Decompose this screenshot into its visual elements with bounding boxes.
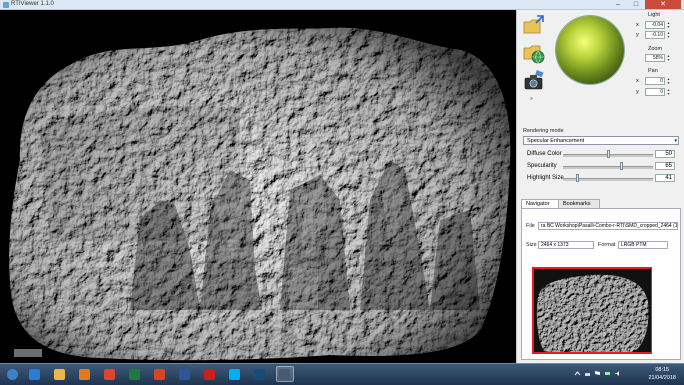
skype-taskbar-button[interactable] — [226, 366, 242, 382]
pan-y-spin-icon[interactable]: ▴ ▾ — [666, 88, 671, 96]
rtiviewer-icon — [279, 369, 290, 380]
pan-y-input[interactable]: 0 — [645, 88, 665, 96]
tray-arrow-icon[interactable] — [574, 370, 581, 377]
rtiviewer-taskbar-button[interactable] — [276, 366, 294, 382]
size-field[interactable]: 2464 x 1373 — [538, 241, 594, 249]
pan-x-input[interactable]: 0 — [645, 77, 665, 85]
ie-taskbar-button[interactable] — [26, 366, 42, 382]
light-label: Light — [648, 12, 660, 18]
rendering-mode-label: Rendering mode — [523, 128, 564, 134]
word-taskbar-button[interactable] — [176, 366, 192, 382]
expand-arrow[interactable]: » — [530, 96, 533, 102]
format-label: Format — [598, 242, 616, 248]
maximize-button[interactable]: □ — [627, 0, 645, 9]
folder-globe-icon — [523, 45, 545, 64]
clock[interactable]: 08:15 21/04/2018 — [648, 366, 676, 382]
control-panel: » Light x -0.04 ▴ ▾ y -0.10 ▴ ▾ Zoom 58% ▴… — [516, 10, 684, 363]
clock-date: 21/04/2018 — [648, 375, 676, 381]
media-player-icon — [79, 369, 90, 380]
snapshot-button[interactable] — [522, 70, 546, 92]
light-x-spin-icon[interactable]: ▴ ▾ — [666, 21, 671, 29]
light-y-spin-icon[interactable]: ▴ ▾ — [666, 31, 671, 39]
pan-x-spin-icon[interactable]: ▴ ▾ — [666, 77, 671, 85]
pan-x-label: x — [636, 78, 639, 84]
explorer-taskbar-button[interactable] — [51, 366, 67, 382]
pan-label: Pan — [648, 68, 658, 74]
photoshop-icon — [254, 369, 265, 380]
light-y-input[interactable]: -0.10 — [645, 31, 665, 39]
clock-time: 08:15 — [655, 367, 670, 373]
format-field[interactable]: LRGB PTM — [618, 241, 668, 249]
light-y-label: y — [636, 32, 639, 38]
specularity-value[interactable]: 65 — [655, 162, 675, 170]
close-button[interactable]: ✕ — [645, 0, 681, 9]
viewport-indicator[interactable] — [532, 267, 652, 354]
diffuse-color-label: Diffuse Color — [527, 151, 562, 157]
diffuse-color-value[interactable]: 50 — [655, 150, 675, 158]
windows-orb-icon — [7, 369, 18, 380]
folder-arrow-icon — [523, 15, 544, 34]
specularity-slider[interactable] — [619, 162, 623, 170]
window-title: RTIViewer 1.1.0 — [11, 1, 54, 7]
battery-icon[interactable] — [604, 370, 611, 377]
word-icon — [179, 369, 190, 380]
acrobat-taskbar-button[interactable] — [201, 366, 217, 382]
highlight-size-param: Highlight Size 41 — [523, 174, 683, 184]
navigator-panel: File ra BC Workshop\Pasalli-Combo-r-RTI\… — [521, 208, 681, 360]
chrome-icon — [104, 369, 115, 380]
chrome-taskbar-button[interactable] — [101, 366, 117, 382]
skype-icon — [229, 369, 240, 380]
taskbar: 08:15 21/04/2018 — [0, 363, 684, 385]
light-x-input[interactable]: -0.04 — [645, 21, 665, 29]
specularity-param: Specularity 65 — [523, 162, 683, 172]
specularity-track[interactable] — [563, 166, 653, 169]
camera-icon — [524, 70, 544, 90]
network-icon[interactable] — [584, 370, 591, 377]
rendering-mode-select[interactable]: Specular Enhancement ▾ — [523, 136, 679, 145]
rendering-mode-value: Specular Enhancement — [527, 138, 585, 144]
minimize-button[interactable]: – — [609, 0, 627, 9]
media-player-taskbar-button[interactable] — [76, 366, 92, 382]
acrobat-icon — [204, 369, 215, 380]
volume-icon[interactable] — [614, 370, 621, 377]
powerpoint-icon — [154, 369, 165, 380]
light-x-label: x — [636, 22, 639, 28]
diffuse-color-param: Diffuse Color 50 — [523, 150, 683, 160]
size-label: Size — [526, 242, 537, 248]
excel-icon — [129, 369, 140, 380]
start-button[interactable] — [4, 366, 20, 382]
highlight-size-slider[interactable] — [576, 174, 580, 182]
zoom-input[interactable]: 58% — [645, 54, 665, 62]
powerpoint-taskbar-button[interactable] — [151, 366, 167, 382]
highlight-size-value[interactable]: 41 — [655, 174, 675, 182]
file-path-field[interactable]: ra BC Workshop\Pasalli-Combo-r-RTI\SMD_c… — [538, 222, 678, 230]
file-label: File — [526, 223, 535, 229]
title-bar: RTIViewer 1.1.0 – □ ✕ — [0, 0, 684, 10]
app-icon — [3, 2, 9, 8]
photoshop-taskbar-button[interactable] — [251, 366, 267, 382]
open-remote-button[interactable] — [522, 42, 546, 64]
navigator-thumbnail[interactable] — [532, 267, 652, 354]
flag-icon[interactable] — [594, 370, 601, 377]
highlight-size-label: Highlight Size — [527, 175, 564, 181]
chevron-down-icon: ▾ — [674, 138, 677, 144]
diffuse-color-slider[interactable] — [606, 150, 610, 158]
zoom-spin-icon[interactable]: ▴ ▾ — [666, 54, 671, 62]
light-direction-sphere[interactable] — [556, 16, 624, 84]
rti-image-viewer[interactable] — [0, 10, 516, 363]
open-file-button[interactable] — [522, 14, 546, 36]
excel-taskbar-button[interactable] — [126, 366, 142, 382]
specularity-label: Specularity — [527, 163, 557, 169]
pan-y-label: y — [636, 89, 639, 95]
zoom-label: Zoom — [648, 46, 663, 52]
folder-icon — [54, 369, 65, 380]
relief-stone-image — [0, 10, 516, 363]
internet-explorer-icon — [29, 369, 40, 380]
